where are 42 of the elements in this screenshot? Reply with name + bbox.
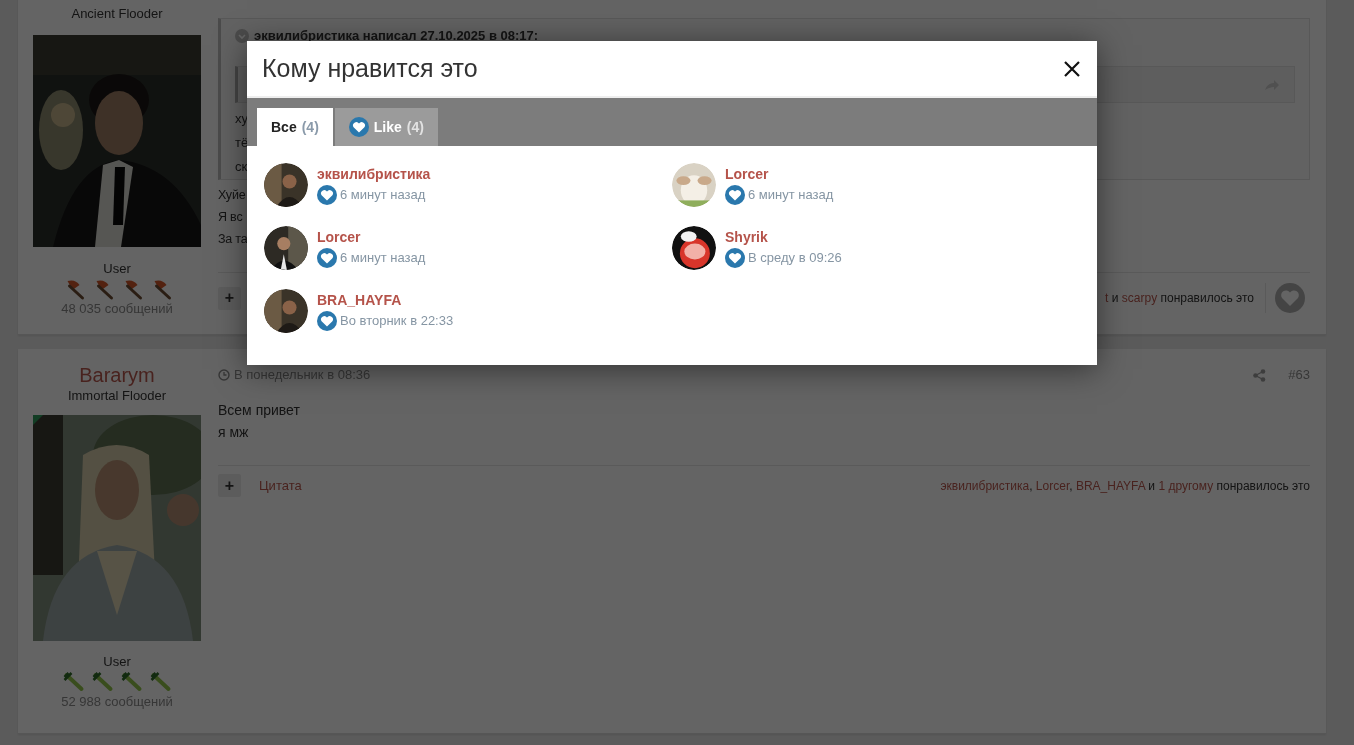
- user-link[interactable]: Shyrik: [725, 228, 842, 245]
- user-title: Immortal Flooder: [67, 387, 167, 405]
- like-time: Во вторник в 22:33: [340, 313, 454, 328]
- quote-header: эквилибристика написал 27.10.2025 в 08:17:: [254, 28, 539, 43]
- user-link[interactable]: BRA_HAYFA: [317, 291, 454, 308]
- dialog-title: Кому нравится это: [262, 54, 478, 83]
- user-link[interactable]: 1 другому: [1158, 478, 1214, 493]
- quote-text: тё: [235, 134, 249, 152]
- post-text: Всем привет: [218, 401, 300, 420]
- user-rank: User: [103, 654, 131, 670]
- quote-text: ск: [235, 158, 248, 176]
- likes-summary: t и scarpy понравилось это: [1105, 291, 1254, 305]
- like-time: 6 минут назад: [340, 187, 426, 202]
- like-button[interactable]: [1265, 283, 1305, 313]
- post-text: Я вс: [218, 209, 243, 226]
- quote-link[interactable]: Цитата: [259, 478, 302, 493]
- user-link[interactable]: эквилибристика: [317, 165, 431, 182]
- post-text: я мж: [218, 423, 249, 442]
- post-text: За та: [218, 231, 248, 248]
- close-icon: [1063, 59, 1081, 78]
- filter-tab[interactable]: Like (4): [334, 108, 438, 146]
- likes-summary: эквилибристика, Lorcer, BRA_HAYFA и 1 другому понравилось это: [940, 478, 1310, 493]
- quote-text: ху: [235, 110, 248, 128]
- add-button[interactable]: +: [218, 286, 241, 310]
- like-time: 6 минут назад: [748, 187, 834, 202]
- user-link[interactable]: Lorcer: [317, 228, 426, 245]
- user-link[interactable]: Lorcer: [1035, 478, 1070, 493]
- username[interactable]: Bararym: [79, 363, 155, 387]
- add-button[interactable]: +: [218, 474, 241, 497]
- user-link[interactable]: BRA_HAYFA: [1075, 478, 1146, 493]
- user-title: Ancient Flooder: [71, 5, 163, 23]
- like-time: В среду в 09:26: [748, 250, 842, 265]
- filter-tab[interactable]: Все (4): [257, 108, 333, 146]
- share-icon[interactable]: [1253, 368, 1267, 382]
- like-time: 6 минут назад: [340, 250, 426, 265]
- user-link[interactable]: scarpy: [1121, 291, 1158, 305]
- user-rank: User: [103, 261, 131, 277]
- user-link[interactable]: Lorcer: [725, 165, 834, 182]
- user-link[interactable]: t: [1105, 291, 1109, 305]
- clock-icon: [218, 369, 230, 381]
- post-text: Хуйе: [218, 187, 246, 204]
- chevron-icon[interactable]: [235, 28, 249, 43]
